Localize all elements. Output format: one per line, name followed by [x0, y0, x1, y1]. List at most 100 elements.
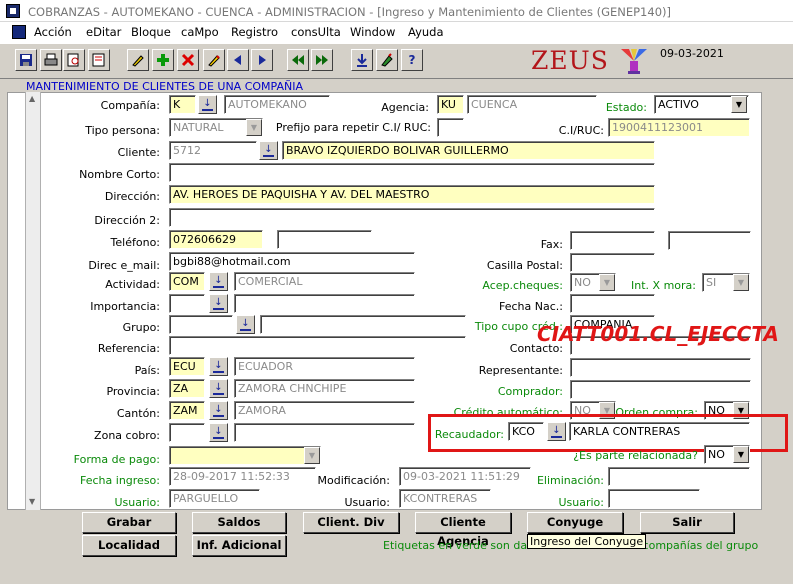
- actividad-label: Actividad:: [105, 278, 160, 291]
- canton-code-field[interactable]: ZAM: [169, 401, 205, 420]
- parte-relacionada-dropdown-icon[interactable]: ▼: [733, 446, 749, 463]
- zona-cobro-code-field[interactable]: [169, 423, 205, 442]
- provincia-name-field: ZAMORA CHNCHIPE: [234, 379, 415, 398]
- fax-field[interactable]: [570, 231, 655, 250]
- agencia-name-field: CUENCA: [467, 95, 597, 114]
- inf-adicional-button[interactable]: Inf. Adicional: [192, 535, 286, 556]
- save-icon[interactable]: [15, 49, 37, 71]
- pais-label: País:: [134, 364, 160, 377]
- download-icon[interactable]: [351, 49, 373, 71]
- acep-cheques-dropdown-icon[interactable]: ▼: [599, 274, 615, 291]
- cliente-code-field[interactable]: 5712: [169, 141, 257, 160]
- pencil-icon[interactable]: [203, 49, 225, 71]
- last-icon[interactable]: [311, 49, 333, 71]
- forma-pago-dropdown-icon[interactable]: ▼: [304, 447, 320, 464]
- usuario-ingreso-label: Usuario:: [114, 496, 160, 509]
- comprador-field[interactable]: [570, 380, 751, 399]
- direccion-field[interactable]: AV. HEROES DE PAQUISHA Y AV. DEL MAESTRO: [169, 185, 655, 204]
- parte-relacionada-label: ¿Es parte relacionada?: [573, 449, 698, 462]
- next-icon[interactable]: [251, 49, 273, 71]
- header-date: 09-03-2021: [660, 47, 724, 60]
- usuario-ingreso-field: PARGUELLO: [169, 489, 260, 508]
- provincia-code-field[interactable]: ZA: [169, 379, 205, 398]
- print-preview-icon[interactable]: [63, 49, 85, 71]
- compania-lookup-button[interactable]: ↓: [198, 95, 217, 114]
- window-menu-icon[interactable]: [12, 25, 26, 39]
- casilla-field[interactable]: [570, 253, 655, 272]
- print-icon[interactable]: [40, 49, 62, 71]
- download-arrow-icon: ↓: [213, 296, 224, 310]
- menu-campo[interactable]: caMpo: [181, 25, 219, 39]
- cliente-lookup-button[interactable]: ↓: [259, 141, 278, 160]
- ci-ruc-field[interactable]: 1900411123001: [608, 118, 750, 137]
- brand-logo: ZEUS: [531, 46, 609, 75]
- grupo-code-field[interactable]: [169, 315, 233, 334]
- pais-lookup-button[interactable]: ↓: [209, 357, 228, 376]
- grabar-button[interactable]: Grabar: [82, 512, 176, 533]
- referencia-label: Referencia:: [97, 342, 160, 355]
- conyuge-button[interactable]: Conyuge: [527, 512, 623, 533]
- scroll-down-icon[interactable]: ▼: [29, 497, 35, 506]
- zona-cobro-lookup-button[interactable]: ↓: [209, 423, 228, 442]
- edit-icon[interactable]: [127, 49, 149, 71]
- pais-code-field[interactable]: ECU: [169, 357, 205, 376]
- provincia-lookup-button[interactable]: ↓: [209, 379, 228, 398]
- cliente-agencia-button[interactable]: Cliente Agencia: [415, 512, 511, 548]
- prefijo-label: Prefijo para repetir C.I/ RUC:: [275, 121, 431, 134]
- grupo-lookup-button[interactable]: ↓: [236, 315, 255, 334]
- telefono2-field[interactable]: [277, 230, 372, 249]
- menu-registro[interactable]: Registro: [231, 25, 278, 39]
- previous-icon[interactable]: [227, 49, 249, 71]
- fecha-nac-field[interactable]: [570, 294, 655, 313]
- salir-button[interactable]: Salir: [640, 512, 734, 533]
- usuario-modificacion-field: KCONTRERAS: [399, 489, 491, 508]
- ci-ruc-label: C.I/RUC:: [558, 124, 604, 137]
- menu-window[interactable]: Window: [350, 25, 395, 39]
- nombre-corto-field[interactable]: [169, 163, 655, 182]
- first-icon[interactable]: [287, 49, 309, 71]
- download-arrow-icon: ↓: [263, 143, 274, 157]
- importancia-code-field[interactable]: [169, 294, 205, 313]
- int-mora-dropdown-icon[interactable]: ▼: [733, 274, 749, 291]
- telefono-field[interactable]: 072606629: [169, 230, 263, 249]
- add-record-icon[interactable]: [152, 49, 174, 71]
- estado-dropdown-icon[interactable]: ▼: [731, 96, 747, 113]
- fecha-nac-label: Fecha Nac.:: [499, 300, 563, 313]
- menu-ayuda[interactable]: Ayuda: [408, 25, 444, 39]
- actividad-lookup-button[interactable]: ↓: [209, 272, 228, 291]
- canton-name-field: ZAMORA: [234, 401, 415, 420]
- email-field[interactable]: bgbi88@hotmail.com: [169, 252, 415, 271]
- pen-icon[interactable]: [376, 49, 398, 71]
- compania-code-field[interactable]: K: [169, 95, 196, 114]
- fax2-field[interactable]: [668, 231, 751, 250]
- scroll-up-icon[interactable]: ▲: [29, 94, 35, 103]
- menu-consulta[interactable]: consUlta: [291, 25, 341, 39]
- forma-pago-select[interactable]: [169, 446, 321, 465]
- window-title: COBRANZAS - AUTOMEKANO - CUENCA - ADMINI…: [28, 5, 671, 19]
- menu-editar[interactable]: eDitar: [86, 25, 121, 39]
- direccion-label: Dirección:: [104, 190, 160, 203]
- acep-cheques-label: Acep.cheques:: [482, 279, 563, 292]
- saldos-button[interactable]: Saldos: [192, 512, 286, 533]
- menu-accion[interactable]: Acción: [34, 25, 72, 39]
- tipo-persona-dropdown-icon[interactable]: ▼: [246, 119, 262, 136]
- referencia-field[interactable]: [169, 336, 466, 355]
- menu-bloque[interactable]: Bloque: [131, 25, 171, 39]
- canton-lookup-button[interactable]: ↓: [209, 401, 228, 420]
- zona-cobro-label: Zona cobro:: [94, 429, 160, 442]
- forma-pago-label: Forma de pago:: [73, 453, 160, 466]
- vertical-scrollbar[interactable]: ▲ ▼: [25, 92, 41, 510]
- localidad-button[interactable]: Localidad: [82, 535, 176, 556]
- help-icon[interactable]: ?: [401, 49, 423, 71]
- search-icon[interactable]: [88, 49, 110, 71]
- cliente-div-button[interactable]: Client. Div: [303, 512, 399, 533]
- importancia-lookup-button[interactable]: ↓: [209, 294, 228, 313]
- estado-label: Estado:: [605, 101, 647, 114]
- actividad-code-field[interactable]: COM: [169, 272, 205, 291]
- representante-field[interactable]: [570, 358, 751, 377]
- delete-record-icon[interactable]: [177, 49, 199, 71]
- cliente-name-field[interactable]: BRAVO IZQUIERDO BOLIVAR GUILLERMO: [282, 141, 655, 160]
- agencia-code-field[interactable]: KU: [437, 95, 464, 114]
- direccion2-field[interactable]: [169, 208, 655, 227]
- prefijo-field[interactable]: [437, 118, 464, 137]
